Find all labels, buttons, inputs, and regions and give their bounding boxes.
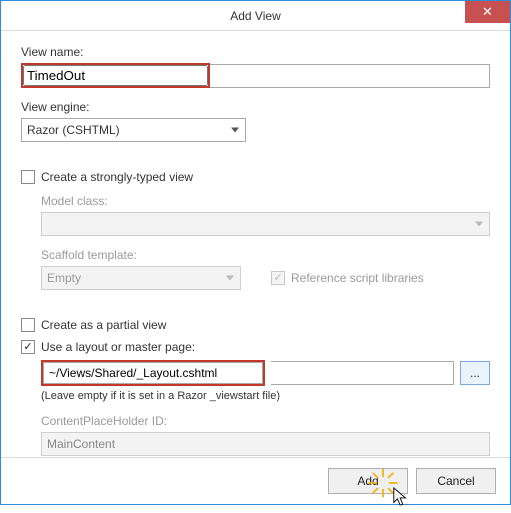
strongly-typed-row: Create a strongly-typed view	[21, 170, 490, 184]
model-class-label: Model class:	[41, 194, 490, 208]
layout-path-row: ...	[41, 360, 490, 386]
partial-view-checkbox[interactable]	[21, 318, 35, 332]
view-name-input-extend[interactable]	[210, 64, 490, 88]
view-name-highlight	[21, 63, 210, 88]
titlebar: Add View ✕	[1, 1, 510, 31]
view-engine-label: View engine:	[21, 100, 490, 114]
layout-path-highlight	[41, 360, 265, 386]
scaffold-template-label: Scaffold template:	[41, 248, 490, 262]
content-placeholder-label: ContentPlaceHolder ID:	[41, 414, 490, 428]
add-button[interactable]: Add	[328, 468, 408, 494]
model-class-group: Model class: Scaffold template: Empty Re…	[41, 194, 490, 290]
scaffold-template-value: Empty	[47, 271, 81, 285]
close-icon: ✕	[482, 4, 493, 20]
scaffold-template-select: Empty	[41, 266, 241, 290]
view-name-input[interactable]	[23, 65, 208, 86]
view-engine-select[interactable]: Razor (CSHTML)	[21, 118, 246, 142]
dialog-title: Add View	[230, 9, 280, 23]
reference-scripts-checkbox	[271, 271, 285, 285]
strongly-typed-checkbox[interactable]	[21, 170, 35, 184]
close-button[interactable]: ✕	[465, 1, 510, 23]
dialog-footer: Add Cancel	[1, 457, 510, 504]
browse-button[interactable]: ...	[460, 361, 490, 385]
use-layout-row: Use a layout or master page:	[21, 340, 490, 354]
view-name-label: View name:	[21, 45, 490, 59]
layout-path-input-extend[interactable]	[271, 361, 454, 385]
dialog-content: View name: View engine: Razor (CSHTML) C…	[1, 31, 510, 457]
view-name-row	[21, 63, 490, 88]
layout-path-input[interactable]	[43, 362, 263, 384]
browse-button-label: ...	[470, 366, 480, 380]
use-layout-label: Use a layout or master page:	[41, 340, 195, 354]
layout-hint: (Leave empty if it is set in a Razor _vi…	[41, 390, 490, 402]
partial-view-row: Create as a partial view	[21, 318, 490, 332]
cancel-button-label: Cancel	[437, 474, 474, 488]
reference-scripts-row: Reference script libraries	[271, 271, 424, 285]
content-placeholder-input	[41, 432, 490, 456]
strongly-typed-label: Create a strongly-typed view	[41, 170, 193, 184]
reference-scripts-label: Reference script libraries	[291, 271, 424, 285]
cancel-button[interactable]: Cancel	[416, 468, 496, 494]
model-class-select	[41, 212, 490, 236]
add-button-label: Add	[357, 474, 378, 488]
use-layout-checkbox[interactable]	[21, 340, 35, 354]
partial-view-label: Create as a partial view	[41, 318, 166, 332]
view-engine-value: Razor (CSHTML)	[27, 123, 120, 137]
dialog-window: Add View ✕ View name: View engine: Razor…	[0, 0, 511, 505]
layout-group: ... (Leave empty if it is set in a Razor…	[41, 360, 490, 456]
